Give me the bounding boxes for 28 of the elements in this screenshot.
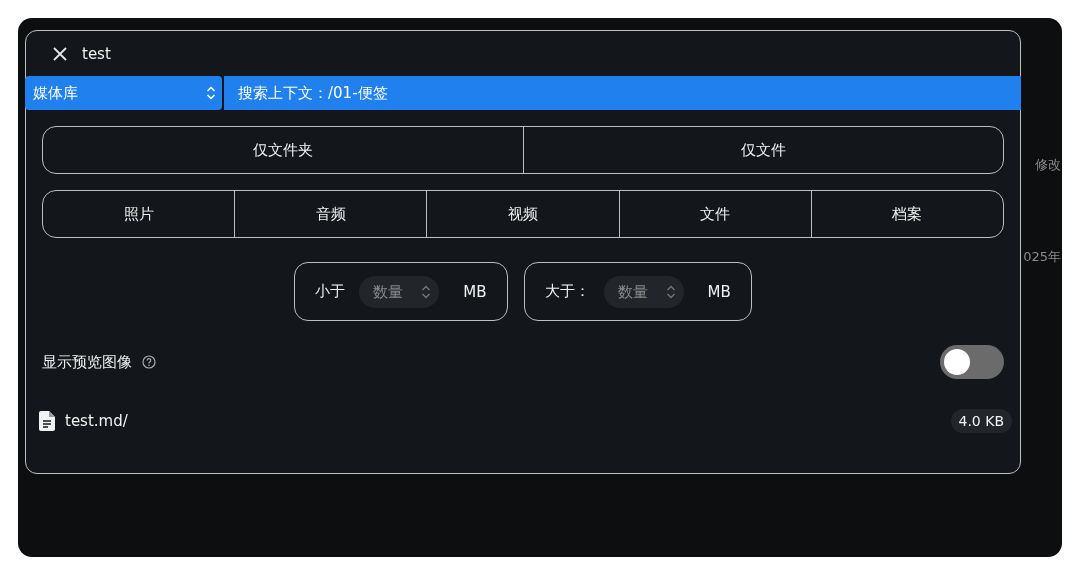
file-size-badge: 4.0 KB bbox=[950, 409, 1012, 433]
unit-label: MB bbox=[463, 282, 487, 301]
segment-button[interactable]: 仅文件 bbox=[522, 127, 1003, 173]
result-item[interactable]: test.md/ bbox=[65, 412, 128, 430]
stepper-icon bbox=[665, 283, 676, 300]
size-filter-label: 小于 bbox=[315, 282, 346, 301]
preview-label: 显示预览图像 bbox=[42, 352, 132, 372]
segment-button[interactable]: 档案 bbox=[810, 191, 1003, 237]
background-text: 修改 bbox=[1035, 156, 1062, 174]
search-query: test bbox=[82, 44, 111, 63]
background-text: 025年 bbox=[1023, 248, 1062, 266]
search-context-text: 搜索上下文：/01-便签 bbox=[238, 83, 388, 103]
stepper-icon bbox=[421, 283, 432, 300]
scope-select[interactable]: 媒体库 bbox=[25, 76, 222, 110]
document-icon bbox=[39, 411, 55, 431]
chevron-icon bbox=[206, 85, 216, 101]
preview-toggle[interactable] bbox=[940, 345, 1004, 379]
segment-button[interactable]: 文件 bbox=[618, 191, 811, 237]
unit-label: MB bbox=[707, 282, 731, 301]
segment-button[interactable]: 音频 bbox=[234, 191, 427, 237]
segment-button[interactable]: 照片 bbox=[43, 191, 235, 237]
number-field[interactable]: 数量 bbox=[359, 275, 440, 308]
segment-button[interactable]: 仅文件夹 bbox=[43, 127, 523, 173]
number-field[interactable]: 数量 bbox=[603, 275, 684, 308]
close-icon[interactable] bbox=[52, 45, 68, 62]
size-filter-label: 大于： bbox=[544, 282, 590, 301]
help-icon[interactable] bbox=[142, 355, 156, 369]
segment-button[interactable]: 视频 bbox=[426, 191, 619, 237]
